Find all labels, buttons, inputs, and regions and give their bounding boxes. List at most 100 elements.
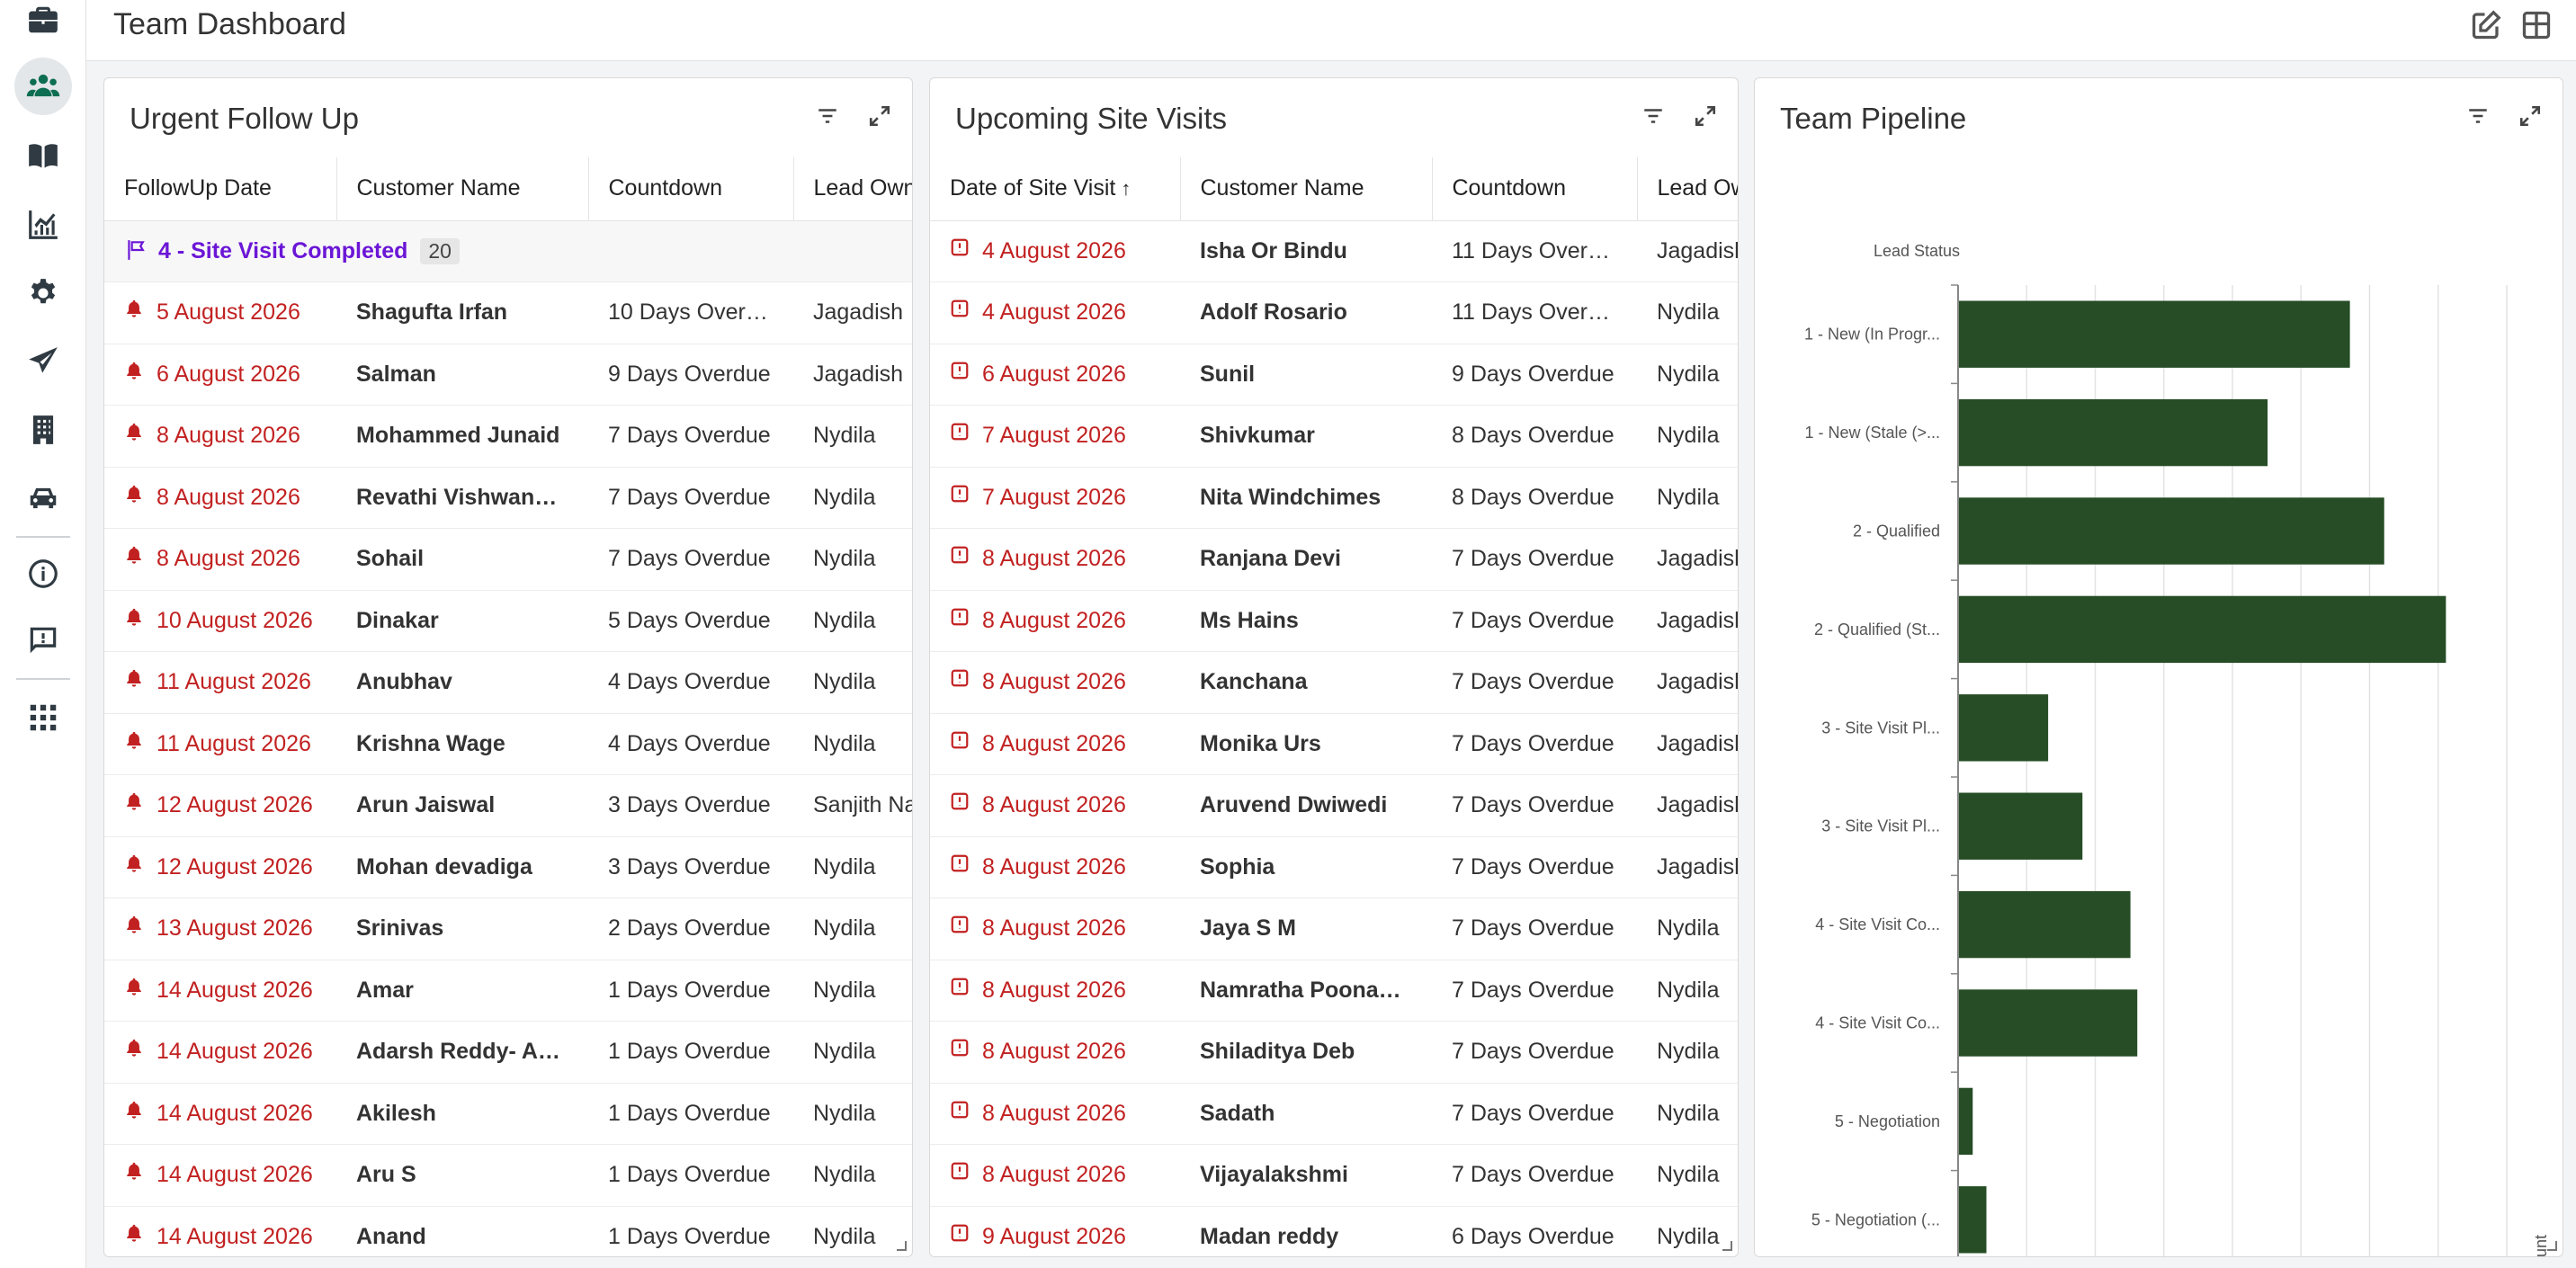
expand-icon[interactable] bbox=[2518, 103, 2543, 129]
table-row[interactable]: 8 August 2026 Ranjana Devi 7 Days Overdue J… bbox=[930, 528, 1738, 591]
layout-grid-icon[interactable] bbox=[2517, 5, 2556, 45]
table-row[interactable]: 10 August 2026 Dinakar 5 Days Overdue Nydil… bbox=[104, 590, 912, 652]
table-row[interactable]: 8 August 2026 Kanchana 7 Days Overdue Jagad… bbox=[930, 651, 1738, 714]
table-row[interactable]: 12 August 2026 Arun Jaiswal 3 Days Overdue… bbox=[104, 774, 912, 837]
followup-date: 12 August 2026 bbox=[157, 853, 313, 880]
countdown-cell: 8 Days Overdue bbox=[1432, 405, 1637, 468]
table-row[interactable]: 8 August 2026 Sohail 7 Days Overdue Nydila bbox=[104, 528, 912, 591]
followup-date: 11 August 2026 bbox=[157, 730, 311, 756]
table-row[interactable]: 6 August 2026 Sunil 9 Days Overdue Nydila bbox=[930, 344, 1738, 406]
countdown-cell: 10 Days Overdue bbox=[588, 281, 793, 344]
bar[interactable] bbox=[1959, 792, 2083, 860]
customer-name-cell: Salman bbox=[336, 344, 588, 406]
filter-icon[interactable] bbox=[1641, 103, 1666, 129]
upcoming-site-visits-panel: Upcoming Site Visits Date of Site Visit ↑… bbox=[929, 77, 1739, 1257]
table-row[interactable]: 8 August 2026 Sophia 7 Days Overdue Jagadis… bbox=[930, 836, 1738, 898]
briefcase-icon[interactable] bbox=[14, 0, 72, 49]
column-header[interactable]: Date of Site Visit ↑ bbox=[930, 157, 1181, 221]
followup-date: 14 August 2026 bbox=[157, 1039, 313, 1065]
site-visit-date-cell: 8 August 2026 bbox=[930, 774, 1180, 837]
table-row[interactable]: 11 August 2026 Krishna Wage 4 Days Overdue… bbox=[104, 713, 912, 775]
table-row[interactable]: 8 August 2026 Monika Urs 7 Days Overdue Jag… bbox=[930, 713, 1738, 775]
sort-ascending-icon[interactable]: ↑ bbox=[1121, 177, 1131, 200]
table-row[interactable]: 9 August 2026 Madan reddy 6 Days Overdue Ny… bbox=[930, 1206, 1738, 1256]
filter-icon[interactable] bbox=[815, 103, 840, 129]
table-row[interactable]: 7 August 2026 Shivkumar 8 Days Overdue Nydi… bbox=[930, 405, 1738, 468]
table-row[interactable]: 4 August 2026 Adolf Rosario 11 Days Overdu… bbox=[930, 281, 1738, 344]
bar[interactable] bbox=[1959, 1186, 1987, 1254]
filter-icon[interactable] bbox=[2465, 103, 2491, 129]
bar[interactable] bbox=[1959, 300, 2350, 368]
column-label: Countdown bbox=[1452, 175, 1566, 201]
column-header[interactable]: Countdown bbox=[1432, 157, 1638, 221]
table-row[interactable]: 13 August 2026 Srinivas 2 Days Overdue Nydi… bbox=[104, 897, 912, 960]
lead-owner-cell: Jagadish bbox=[793, 281, 912, 344]
expand-icon[interactable] bbox=[1693, 103, 1718, 129]
table-row[interactable]: 8 August 2026 Shiladitya Deb 7 Days Overdu… bbox=[930, 1021, 1738, 1084]
table-row[interactable]: 5 August 2026 Shagufta Irfan 10 Days Overd… bbox=[104, 281, 912, 344]
bar[interactable] bbox=[1959, 595, 2446, 664]
countdown-cell: 7 Days Overdue bbox=[1432, 836, 1637, 898]
lead-owner-cell: Nydila bbox=[793, 713, 912, 775]
table-row[interactable]: 11 August 2026 Anubhav 4 Days Overdue Nydil… bbox=[104, 651, 912, 714]
bar[interactable] bbox=[1959, 1087, 1973, 1156]
category-label: 5 - Negotiation (... bbox=[1811, 1210, 1940, 1228]
bar[interactable] bbox=[1959, 694, 2049, 762]
bar[interactable] bbox=[1959, 989, 2138, 1057]
feedback-icon[interactable] bbox=[14, 612, 72, 669]
table-row[interactable]: 6 August 2026 Salman 9 Days Overdue Jagadis… bbox=[104, 344, 912, 406]
table-row[interactable]: 12 August 2026 Mohan devadiga 3 Days Overd… bbox=[104, 836, 912, 898]
site-visit-date-cell: 8 August 2026 bbox=[930, 1083, 1180, 1145]
countdown-cell: 1 Days Overdue bbox=[588, 1083, 793, 1145]
table-row[interactable]: 8 August 2026 Revathi Vishwanath… 7 Days O… bbox=[104, 467, 912, 529]
column-header[interactable]: Countdown bbox=[588, 157, 794, 221]
apps-grid-icon[interactable] bbox=[14, 689, 72, 746]
followup-date-cell: 13 August 2026 bbox=[104, 897, 336, 960]
column-header[interactable]: Customer Name bbox=[1180, 157, 1433, 221]
column-header[interactable]: Customer Name bbox=[336, 157, 589, 221]
bar[interactable] bbox=[1959, 890, 2131, 959]
alert-square-icon bbox=[950, 545, 970, 571]
table-row[interactable]: 8 August 2026 Vijayalakshmi 7 Days Overdue… bbox=[930, 1144, 1738, 1207]
countdown-cell: 7 Days Overdue bbox=[588, 467, 793, 529]
group-row[interactable]: 4 - Site Visit Completed 20 bbox=[104, 220, 912, 282]
info-icon[interactable] bbox=[14, 545, 72, 603]
table-row[interactable]: 4 August 2026 Isha Or Bindu 11 Days Overdu… bbox=[930, 220, 1738, 282]
table-row[interactable]: 7 August 2026 Nita Windchimes 8 Days Overd… bbox=[930, 467, 1738, 529]
users-icon[interactable] bbox=[14, 58, 72, 115]
paper-plane-icon[interactable] bbox=[14, 333, 72, 390]
table-row[interactable]: 8 August 2026 Namratha Poonacha 7 Days Ove… bbox=[930, 960, 1738, 1022]
resize-handle[interactable] bbox=[2545, 1238, 2557, 1251]
resize-handle[interactable] bbox=[1720, 1238, 1732, 1251]
table-row[interactable]: 14 August 2026 Akilesh 1 Days Overdue Nydil… bbox=[104, 1083, 912, 1145]
column-header[interactable]: FollowUp Date bbox=[104, 157, 337, 221]
column-header[interactable]: Lead Owner bbox=[793, 157, 912, 221]
table-row[interactable]: 14 August 2026 Aru S1 Days Overdue Nydila bbox=[104, 1144, 912, 1207]
book-icon[interactable] bbox=[14, 128, 72, 185]
chart-line-icon[interactable] bbox=[14, 196, 72, 254]
building-icon[interactable] bbox=[14, 401, 72, 459]
table-row[interactable]: 8 August 2026 Mohammed Junaid 7 Days Overd… bbox=[104, 405, 912, 468]
followup-date: 14 August 2026 bbox=[157, 1162, 313, 1188]
edit-icon[interactable] bbox=[2466, 5, 2506, 45]
bar[interactable] bbox=[1959, 497, 2384, 565]
bell-alert-icon bbox=[124, 668, 144, 694]
table-row[interactable]: 14 August 2026 Anand 1 Days Overdue Nydila bbox=[104, 1206, 912, 1256]
expand-icon[interactable] bbox=[867, 103, 892, 129]
resize-handle[interactable] bbox=[894, 1238, 907, 1251]
table-row[interactable]: 8 August 2026 Sadath 7 Days Overdue Nydila bbox=[930, 1083, 1738, 1145]
followup-date: 5 August 2026 bbox=[157, 299, 300, 326]
table-row[interactable]: 8 August 2026 Ms Hains 7 Days Overdue Jagad… bbox=[930, 590, 1738, 652]
gear-icon[interactable] bbox=[14, 264, 72, 322]
table-row[interactable]: 8 August 2026 Aruvend Dwiwedi 7 Days Overd… bbox=[930, 774, 1738, 837]
category-label: 2 - Qualified bbox=[1853, 522, 1940, 540]
car-icon[interactable] bbox=[14, 469, 72, 527]
bar[interactable] bbox=[1959, 398, 2268, 467]
sidebar-divider bbox=[16, 678, 70, 680]
table-row[interactable]: 8 August 2026 Jaya S M7 Days Overdue Nydil… bbox=[930, 897, 1738, 960]
lead-owner-cell: Nydila bbox=[1637, 405, 1738, 468]
table-row[interactable]: 14 August 2026 Adarsh Reddy- Arka… 1 Days … bbox=[104, 1021, 912, 1084]
table-row[interactable]: 14 August 2026 Amar 1 Days Overdue Nydila bbox=[104, 960, 912, 1022]
followup-date-cell: 14 August 2026 bbox=[104, 1144, 336, 1207]
column-header[interactable]: Lead Owner bbox=[1637, 157, 1738, 221]
